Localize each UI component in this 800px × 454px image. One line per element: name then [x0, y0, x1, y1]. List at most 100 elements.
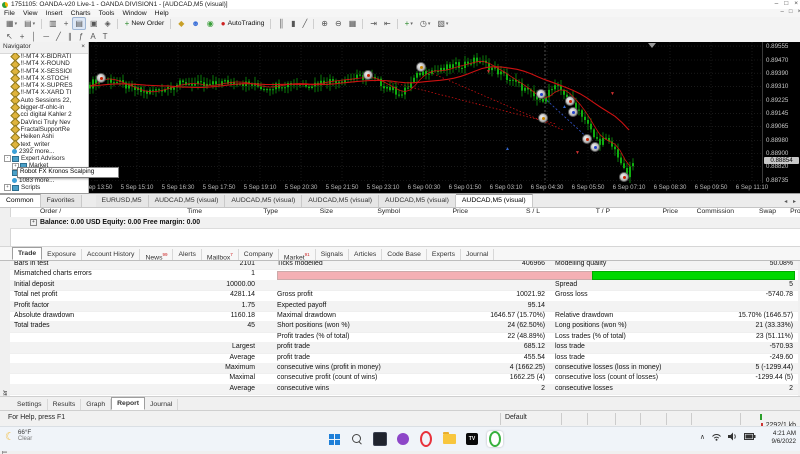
line-chart-button[interactable]: ╱ — [299, 17, 310, 30]
terminal-tab-market[interactable]: Market91 — [279, 249, 316, 260]
menu-charts[interactable]: Charts — [71, 10, 91, 17]
arrows-button[interactable]: T — [100, 30, 111, 43]
navigator-item[interactable]: +Scripts — [0, 184, 88, 191]
zoom-in-button[interactable]: ⊕ — [318, 17, 331, 30]
tree-expander-icon[interactable]: - — [4, 155, 11, 162]
navigator-item[interactable]: 2392 more... — [0, 148, 88, 155]
templates-button[interactable]: ▧▾ — [434, 17, 451, 30]
terminal-tab-company[interactable]: Company — [239, 249, 279, 260]
tree-expander-icon[interactable]: + — [4, 184, 11, 191]
navigator-item[interactable]: -Expert Advisors — [0, 155, 88, 162]
menu-view[interactable]: View — [23, 10, 38, 17]
status-profile[interactable]: Default — [505, 414, 527, 421]
indicators-button[interactable]: +▾ — [402, 17, 416, 30]
taskbar-app-search[interactable] — [349, 431, 365, 447]
column-header[interactable]: Price — [663, 208, 679, 215]
tester-tab-settings[interactable]: Settings — [12, 399, 48, 410]
zoom-out-button[interactable]: ⊖ — [332, 17, 345, 30]
terminal-tab-trade[interactable]: Trade — [12, 247, 42, 260]
terminal-tab-alerts[interactable]: Alerts — [173, 249, 201, 260]
terminal-tab-code-base[interactable]: Code Base — [382, 249, 427, 260]
column-header[interactable]: Swap — [759, 208, 776, 215]
terminal-tab-account-history[interactable]: Account History — [82, 249, 141, 260]
new-order-button[interactable]: +New Order — [122, 17, 168, 30]
taskbar-weather[interactable]: ☾ 66°F Clear — [5, 429, 32, 443]
menu-insert[interactable]: Insert — [46, 10, 63, 17]
data-window-button[interactable]: + — [61, 17, 72, 30]
cursor-button[interactable]: ↖ — [3, 30, 16, 43]
tile-windows-button[interactable]: ▦ — [346, 17, 360, 30]
column-header[interactable]: S / L — [526, 208, 540, 215]
maximize-button[interactable]: □ — [784, 0, 788, 7]
terminal-tab-exposure[interactable]: Exposure — [42, 249, 82, 260]
close-button[interactable]: × — [794, 0, 798, 7]
tester-tab-results[interactable]: Results — [48, 399, 82, 410]
terminal-tab-news[interactable]: News99 — [140, 249, 173, 260]
terminal-tab-articles[interactable]: Articles — [349, 249, 382, 260]
navigator-item[interactable]: !!-MT4 X-SUPRES — [0, 82, 88, 89]
navigator-item[interactable]: FractalSupportRe — [0, 126, 88, 133]
auto-scroll-button[interactable]: ⇥ — [367, 17, 380, 30]
horizontal-line-button[interactable]: ─ — [40, 30, 52, 43]
navigator-item[interactable]: !!-MT4 X-ROUND — [0, 60, 88, 67]
new-chart-button[interactable]: ▦▾ — [3, 17, 20, 30]
wifi-icon[interactable] — [711, 432, 722, 441]
taskbar-app-opera[interactable] — [418, 431, 434, 447]
navigator-item[interactable]: !!-MT4 X-STOCH — [0, 75, 88, 82]
nav-tab-favorites[interactable]: Favorites — [41, 195, 82, 207]
column-header[interactable]: T / P — [596, 208, 610, 215]
tab-scroll-arrows[interactable]: ◂ ▸ — [784, 198, 798, 205]
tester-tab-report[interactable]: Report — [111, 397, 145, 410]
metaquotes-button[interactable]: ◆ — [175, 17, 187, 30]
community-button[interactable]: ☻ — [188, 17, 202, 30]
volume-icon[interactable] — [728, 432, 738, 441]
periods-button[interactable]: ◷▾ — [417, 17, 434, 30]
candlestick-chart-button[interactable]: ▮ — [288, 17, 298, 30]
navigator-item[interactable]: cci digital Kahler 2 — [0, 111, 88, 118]
autotrading-button[interactable]: ●AutoTrading — [218, 17, 268, 30]
chart-tab[interactable]: EURUSD,M5 — [96, 195, 149, 207]
column-header[interactable]: Type — [263, 208, 278, 215]
bar-chart-button[interactable]: ║ — [275, 17, 287, 30]
taskbar-app-dark-app[interactable] — [372, 431, 388, 447]
menu-window[interactable]: Window — [122, 10, 146, 17]
text-button[interactable]: A — [87, 30, 98, 43]
fibonacci-button[interactable]: ƒ — [76, 30, 86, 43]
navigator-item[interactable]: Heiken Ashi — [0, 133, 88, 140]
time-scale[interactable]: 5 Sep 13:505 Sep 15:105 Sep 16:305 Sep 1… — [88, 183, 800, 193]
menu-help[interactable]: Help — [155, 10, 169, 17]
terminal-tab-mailbox[interactable]: Mailbox7 — [202, 249, 239, 260]
child-restore-button[interactable]: □ — [789, 9, 793, 15]
price-scale[interactable]: 0.895550.894700.893900.893100.892250.891… — [762, 42, 800, 183]
taskbar-clock[interactable]: 4:21 AM 9/6/2022 — [771, 430, 796, 446]
tester-tab-graph[interactable]: Graph — [81, 399, 111, 410]
column-header[interactable]: Time — [187, 208, 202, 215]
nav-tab-common[interactable]: Common — [0, 194, 41, 207]
chart-tab[interactable]: AUDCAD,M5 (visual) — [379, 195, 456, 207]
chart-tab[interactable]: AUDCAD,M5 (visual) — [456, 194, 533, 207]
terminal-button[interactable]: ▣ — [87, 17, 101, 30]
column-header[interactable]: Order / — [40, 208, 61, 215]
news-button[interactable]: ◉ — [204, 17, 217, 30]
menu-tools[interactable]: Tools — [99, 10, 115, 17]
market-watch-button[interactable]: ▥ — [46, 17, 60, 30]
navigator-item[interactable]: bigger-tf-ohlc-in — [0, 104, 88, 111]
navigator-button[interactable]: ▤ — [72, 17, 86, 30]
taskbar-app-start[interactable] — [326, 431, 342, 447]
crosshair-button[interactable]: + — [17, 30, 28, 43]
menu-file[interactable]: File — [4, 10, 15, 17]
battery-icon[interactable] — [744, 433, 756, 440]
chart-shift-button[interactable]: ⇤ — [381, 17, 394, 30]
taskbar-app-purple-app[interactable] — [395, 431, 411, 447]
strategy-tester-button[interactable]: ◈ — [102, 17, 114, 30]
taskbar-app-green-o-app[interactable] — [487, 431, 503, 447]
terminal-tab-signals[interactable]: Signals — [316, 249, 349, 260]
tray-chevron-icon[interactable]: ∧ — [700, 433, 705, 441]
column-header[interactable]: Profit — [790, 208, 800, 215]
profiles-button[interactable]: ▤▾ — [21, 17, 38, 30]
vertical-line-button[interactable]: │ — [28, 30, 39, 43]
trendline-button[interactable]: ╱ — [53, 30, 64, 43]
navigator-item[interactable]: text_writer — [0, 141, 88, 148]
minimize-button[interactable]: ‒ — [775, 0, 779, 7]
terminal-tab-journal[interactable]: Journal — [461, 249, 494, 260]
